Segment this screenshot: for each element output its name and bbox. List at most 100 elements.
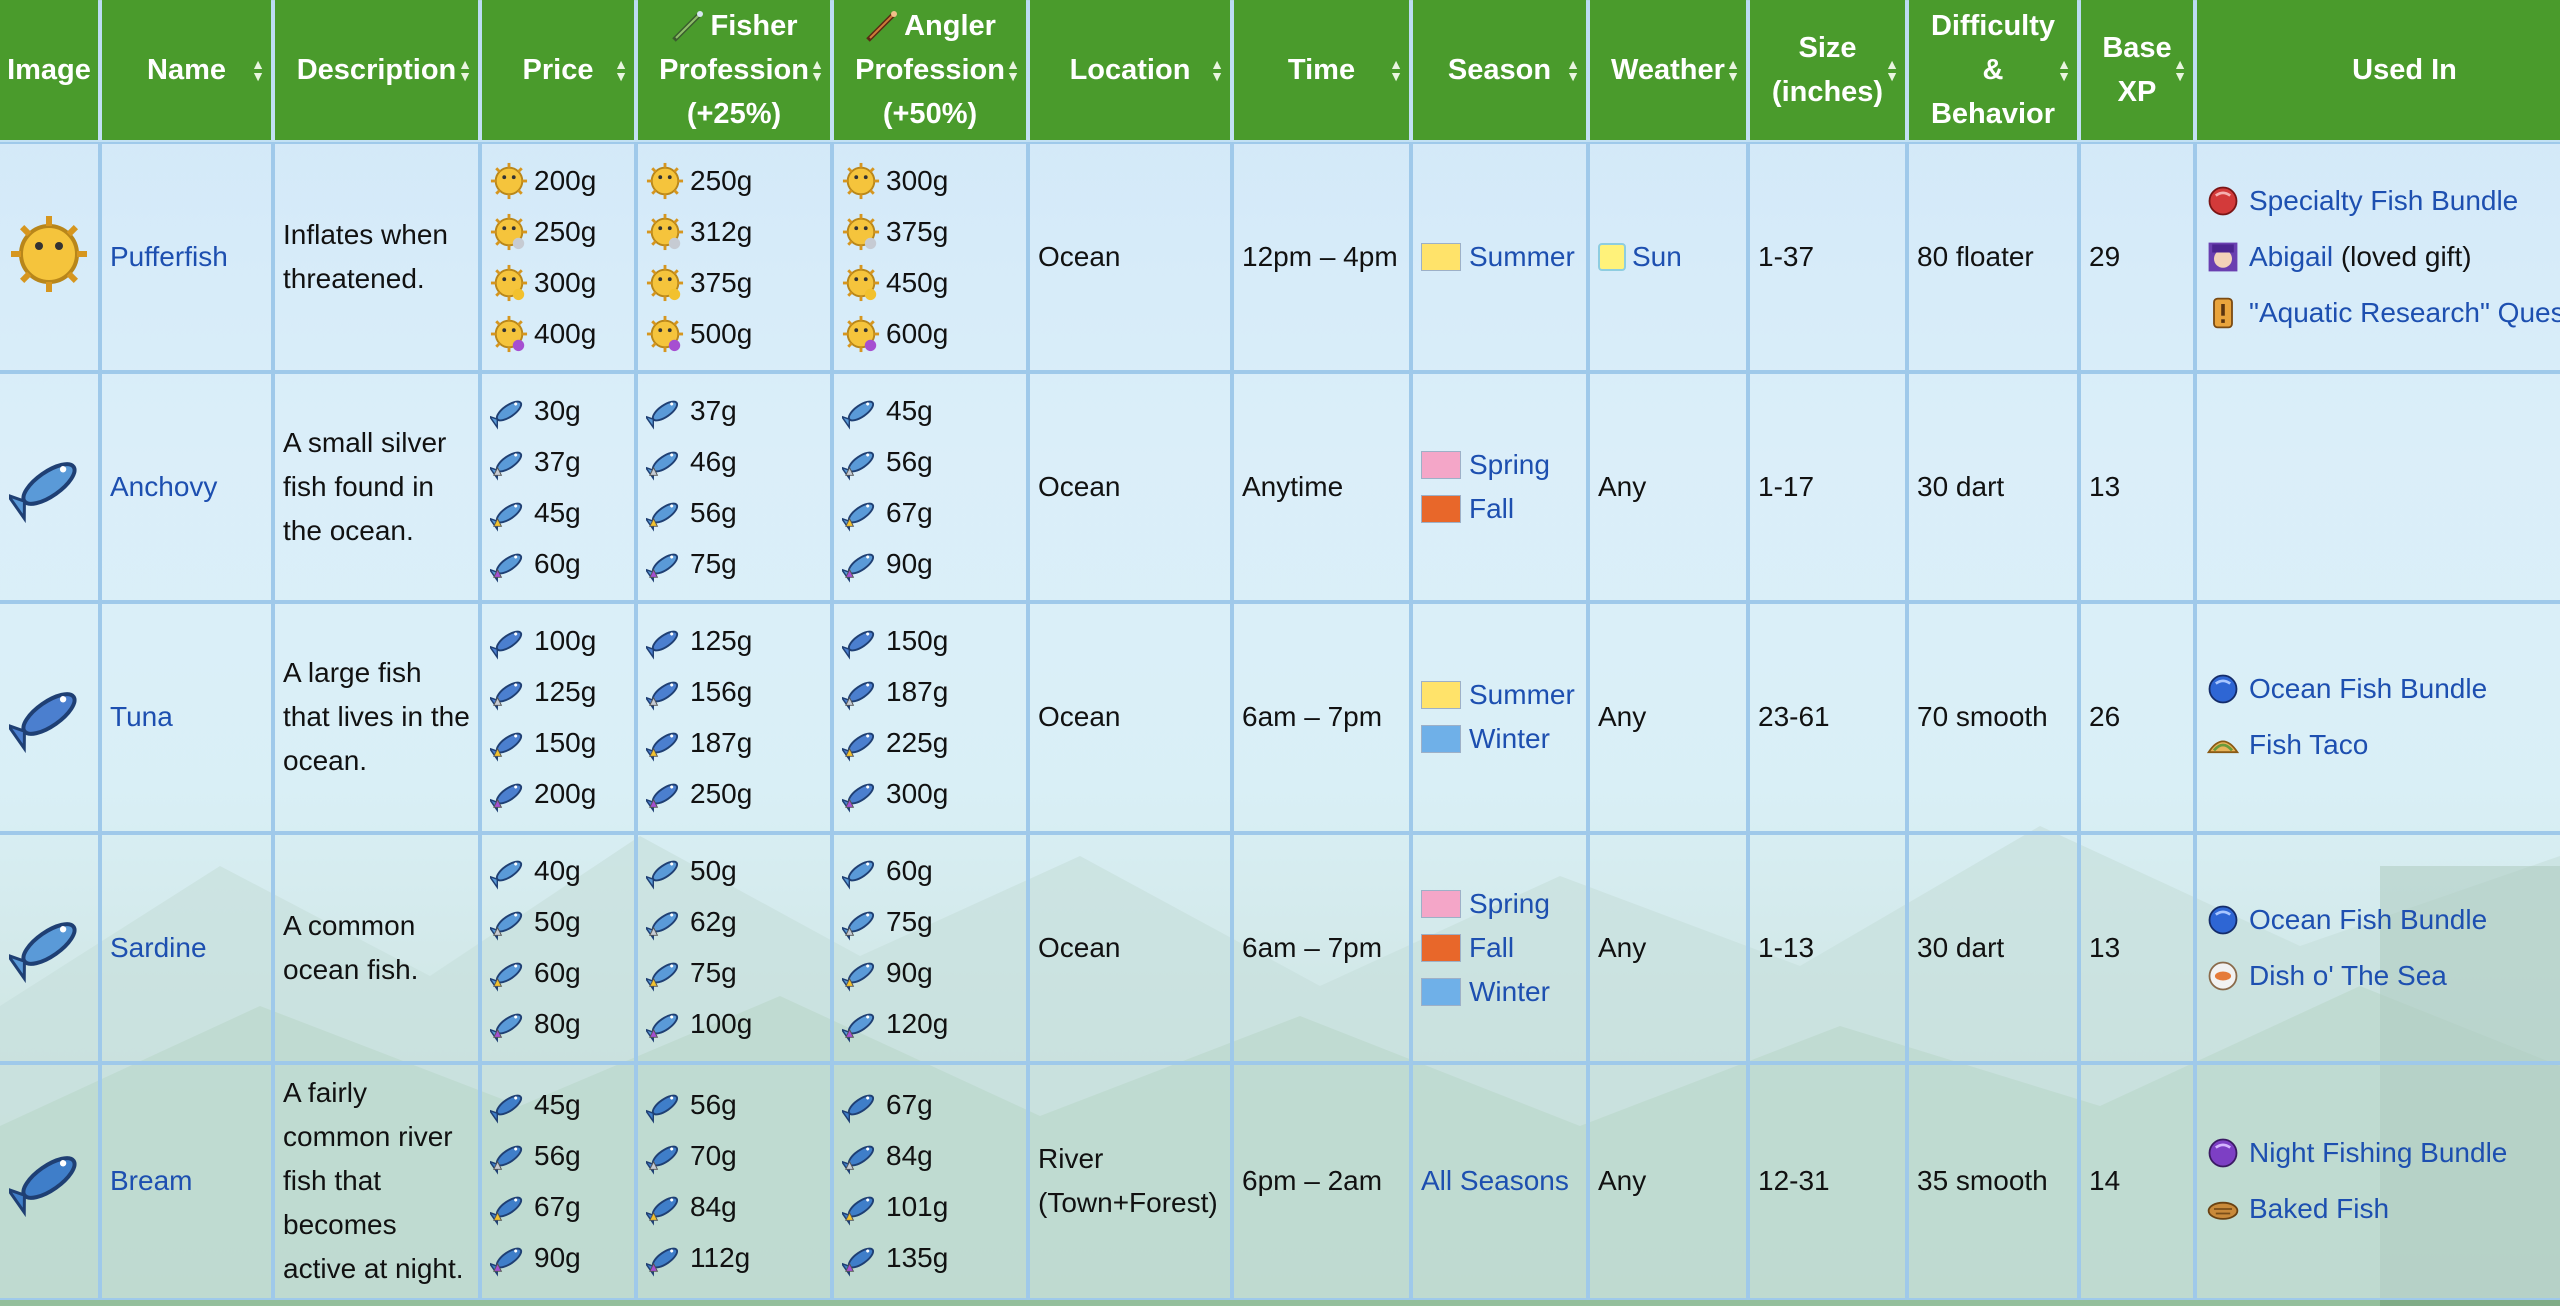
anchovy-icon[interactable] — [4, 444, 89, 524]
header-fisher-profession[interactable]: Fisher Profession (+25%) ▲ ▼ — [638, 0, 830, 140]
season-link[interactable]: Summer — [1469, 679, 1575, 711]
price-value: 40g — [534, 855, 581, 887]
header-difficulty[interactable]: Difficulty & Behavior ▲ ▼ — [1909, 0, 2077, 140]
sort-icon[interactable]: ▲ ▼ — [458, 57, 472, 83]
used-in-item: Abigail (loved gift) — [2205, 229, 2560, 285]
sort-icon[interactable]: ▲ ▼ — [1726, 57, 1740, 83]
price-value: 67g — [534, 1190, 581, 1222]
price-line: 450g — [842, 257, 1018, 308]
season-link[interactable]: Summer — [1469, 241, 1575, 273]
price-value: 62g — [690, 906, 737, 938]
season-link[interactable]: Winter — [1469, 723, 1550, 755]
used-in-link[interactable]: Ocean Fish Bundle — [2249, 673, 2487, 705]
header-angler-profession[interactable]: Angler Profession (+50%) ▲ ▼ — [834, 0, 1026, 140]
used-in-link[interactable]: Ocean Fish Bundle — [2249, 904, 2487, 936]
header-weather[interactable]: Weather ▲ ▼ — [1590, 0, 1746, 140]
price-value: 112g — [690, 1241, 751, 1273]
sort-icon[interactable]: ▲ ▼ — [810, 57, 824, 83]
sort-icon[interactable]: ▲ ▼ — [2057, 57, 2071, 83]
season-link[interactable]: Fall — [1469, 493, 1514, 525]
header-label: Location — [1069, 54, 1191, 86]
fish-weather-cell: Any — [1588, 1062, 1748, 1301]
price-value: 450g — [886, 266, 949, 298]
fish-name-cell: Bream — [100, 1062, 273, 1301]
sort-icon[interactable]: ▲ ▼ — [1006, 57, 1020, 83]
fish-name-link[interactable]: Tuna — [110, 701, 173, 732]
sort-icon[interactable]: ▲ ▼ — [614, 57, 628, 83]
used-in-suffix: (loved gift) — [2333, 241, 2472, 273]
fish-time: 12pm – 4pm — [1232, 141, 1411, 373]
used-in-link[interactable]: Specialty Fish Bundle — [2249, 185, 2518, 217]
fish-base-xp: 29 — [2079, 141, 2195, 373]
sardine-icon[interactable] — [4, 904, 89, 984]
price-value: 56g — [690, 496, 737, 528]
price-value: 67g — [886, 496, 933, 528]
header-location[interactable]: Location ▲ ▼ — [1030, 0, 1230, 140]
fish-description: Inflates when threatened. — [273, 141, 480, 373]
header-time[interactable]: Time ▲ ▼ — [1234, 0, 1409, 140]
silver-quality-fish-icon — [842, 1145, 875, 1175]
dish-o-the-sea-icon — [2208, 961, 2238, 990]
weather-value: Any — [1598, 701, 1647, 733]
fish-used-in-cell: Ocean Fish Bundle Fish Taco — [2195, 602, 2560, 833]
fisher-cell: 37g 46g 56g 75g — [636, 372, 832, 603]
sort-icon[interactable]: ▲ ▼ — [2173, 57, 2187, 83]
used-in-link[interactable]: Night Fishing Bundle — [2249, 1137, 2507, 1169]
season-item: Spring — [1421, 443, 1578, 487]
fish-base-xp: 14 — [2079, 1062, 2195, 1301]
table-row: Anchovy A small silver fish found in the … — [0, 372, 2560, 603]
header-name[interactable]: Name ▲ ▼ — [102, 0, 271, 140]
silver-quality-fish-icon — [646, 1145, 679, 1175]
season-link[interactable]: Spring — [1469, 449, 1550, 481]
header-season[interactable]: Season ▲ ▼ — [1413, 0, 1586, 140]
header-used-in[interactable]: Used In▲▼ — [2197, 0, 2560, 140]
fish-weather-cell: Any — [1588, 372, 1748, 603]
header-price[interactable]: Price ▲ ▼ — [482, 0, 634, 140]
price-line: 40g — [490, 846, 626, 897]
bream-icon[interactable] — [4, 1138, 89, 1218]
season-link[interactable]: All Seasons — [1421, 1165, 1569, 1197]
sort-icon[interactable]: ▲ ▼ — [251, 57, 265, 83]
iridium-quality-fish-icon — [490, 783, 523, 813]
weather-link[interactable]: Sun — [1632, 241, 1682, 273]
sort-icon[interactable]: ▲ ▼ — [1389, 57, 1403, 83]
used-in-link[interactable]: Dish o' The Sea — [2249, 960, 2447, 992]
gold-quality-fish-icon — [646, 962, 679, 992]
tuna-icon[interactable] — [4, 674, 89, 754]
fish-location: River (Town+Forest) — [1028, 1062, 1232, 1301]
header-image[interactable]: Image — [0, 0, 98, 140]
season-link[interactable]: Winter — [1469, 976, 1550, 1008]
fish-time: 6am – 7pm — [1232, 602, 1411, 833]
fish-name-link[interactable]: Sardine — [110, 932, 207, 963]
header-description[interactable]: Description ▲ ▼ — [275, 0, 478, 140]
fish-name-link[interactable]: Bream — [110, 1165, 192, 1196]
season-link[interactable]: Fall — [1469, 932, 1514, 964]
base-quality-fish-icon — [490, 860, 523, 890]
price-value: 600g — [886, 317, 949, 349]
price-value: 250g — [534, 215, 597, 247]
price-value: 300g — [886, 777, 949, 809]
sort-icon[interactable]: ▲ ▼ — [1885, 57, 1899, 83]
silver-quality-fish-icon — [842, 451, 875, 481]
used-in-link[interactable]: "Aquatic Research" Quest — [2249, 297, 2560, 329]
fish-name-link[interactable]: Pufferfish — [110, 241, 228, 272]
used-in-link[interactable]: Fish Taco — [2249, 729, 2368, 761]
fish-name-link[interactable]: Anchovy — [110, 471, 217, 502]
header-size[interactable]: Size (inches) ▲ ▼ — [1750, 0, 1905, 140]
price-value: 125g — [690, 624, 753, 656]
base-quality-fish-icon — [646, 630, 679, 660]
used-in-link[interactable]: Baked Fish — [2249, 1193, 2389, 1225]
header-base-xp[interactable]: Base XP ▲ ▼ — [2081, 0, 2193, 140]
price-value: 45g — [886, 394, 933, 426]
fish-weather-cell: Any — [1588, 832, 1748, 1063]
fish-image-cell — [0, 372, 100, 603]
sort-icon[interactable]: ▲ ▼ — [1566, 57, 1580, 83]
price-value: 400g — [534, 317, 597, 349]
table-row: Tuna A large fish that lives in the ocean… — [0, 602, 2560, 833]
fisher-cell: 50g 62g 75g 100g — [636, 832, 832, 1063]
gold-quality-fish-icon — [646, 732, 679, 762]
used-in-link[interactable]: Abigail — [2249, 241, 2333, 273]
season-link[interactable]: Spring — [1469, 888, 1550, 920]
sort-icon[interactable]: ▲ ▼ — [1210, 57, 1224, 83]
pufferfish-icon[interactable] — [9, 214, 89, 294]
